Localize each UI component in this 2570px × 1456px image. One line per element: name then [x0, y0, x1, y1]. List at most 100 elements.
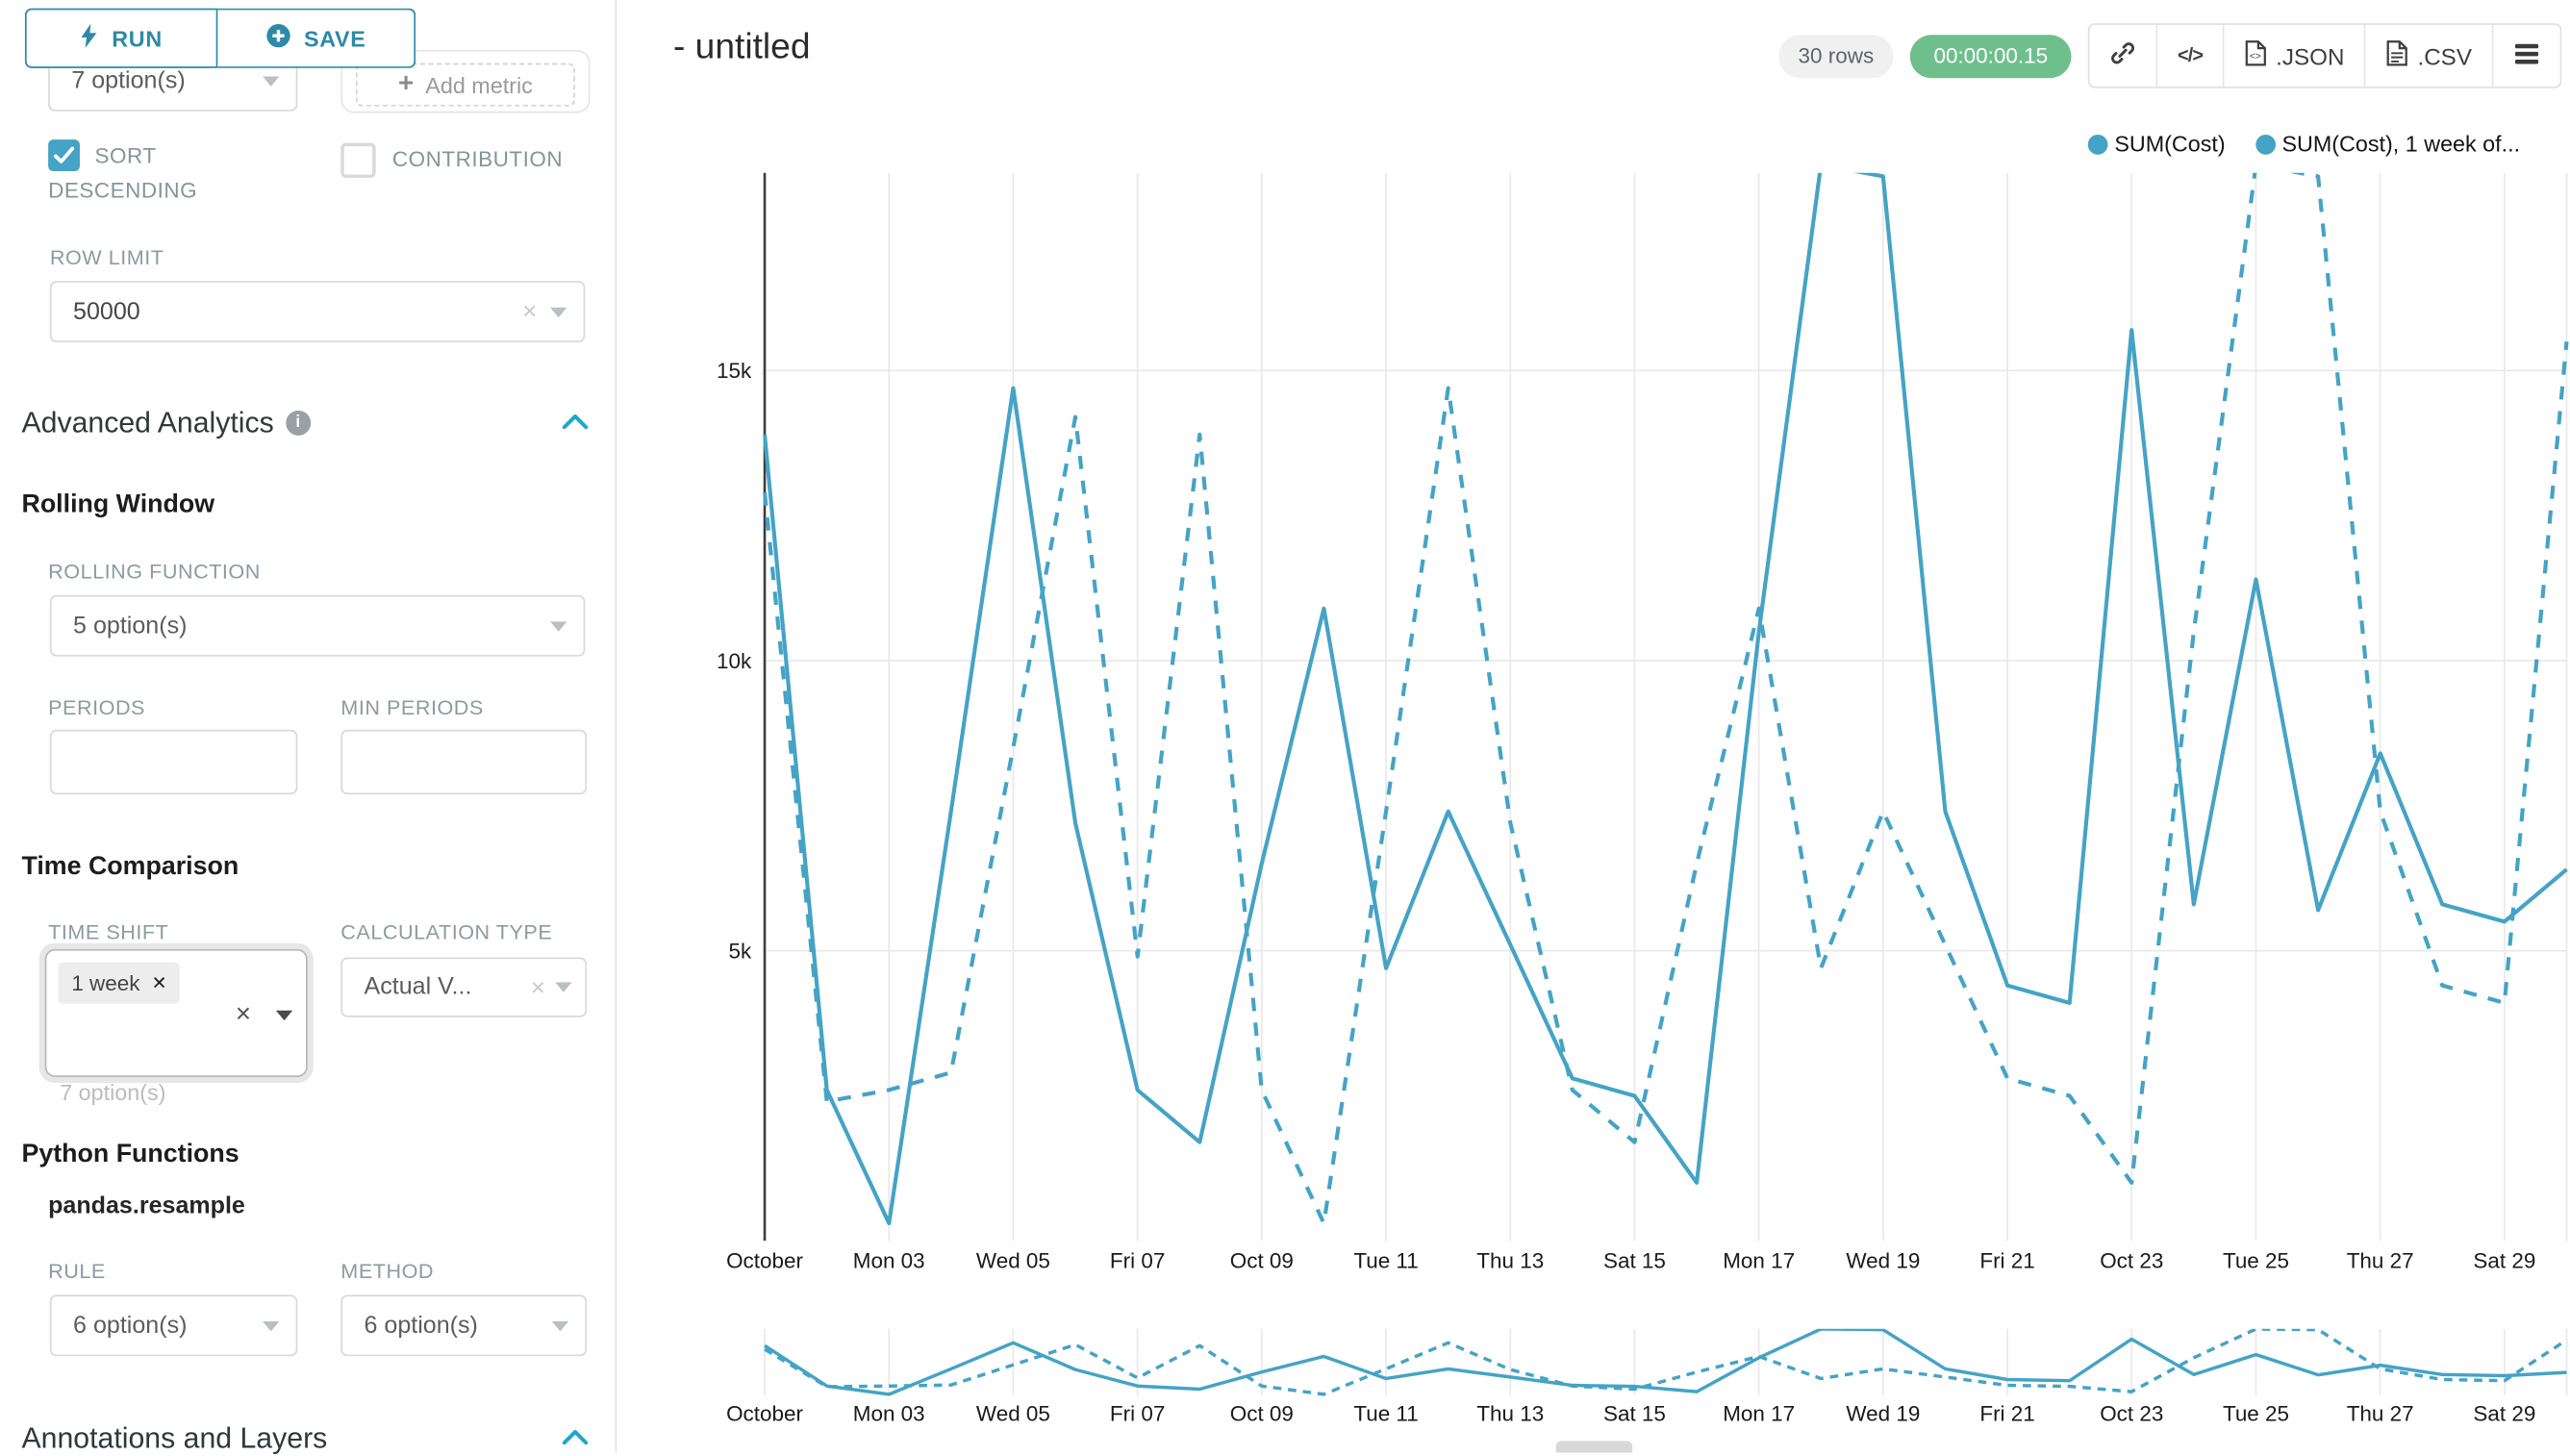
- x-axis-tick-label: Sat 29: [2473, 1249, 2535, 1273]
- run-save-button-group: RUN SAVE: [25, 9, 416, 68]
- tag-remove-icon[interactable]: ✕: [152, 972, 167, 993]
- export-csv-label: .CSV: [2417, 42, 2471, 69]
- clear-icon[interactable]: ×: [522, 297, 537, 325]
- chevron-up-icon[interactable]: [562, 1423, 589, 1453]
- y-axis-tick-label: 10k: [717, 649, 752, 673]
- mini-x-axis-tick-label: Oct 23: [2100, 1402, 2163, 1426]
- python-functions-title: Python Functions: [21, 1141, 239, 1170]
- plus-circle-icon: [265, 23, 290, 53]
- x-axis-tick-label: Oct 09: [1230, 1249, 1294, 1273]
- method-label: METHOD: [340, 1260, 434, 1283]
- mini-x-axis-tick-label: Thu 13: [1476, 1402, 1544, 1426]
- rolling-function-value: 5 option(s): [73, 613, 550, 640]
- export-json-button[interactable]: <> .JSON: [2223, 25, 2364, 87]
- x-axis-tick-label: Mon 17: [1723, 1249, 1795, 1273]
- rolling-function-select[interactable]: 5 option(s): [50, 595, 586, 657]
- svg-text:<>: <>: [2250, 51, 2261, 62]
- header-actions: 30 rows 00:00:00.15 </>: [1778, 23, 2562, 88]
- periods-input[interactable]: [50, 730, 298, 794]
- time-shift-select[interactable]: 1 week ✕ ×: [45, 949, 308, 1077]
- chevron-down-icon: [550, 621, 567, 631]
- mini-x-axis-tick-label: Sat 15: [1603, 1402, 1666, 1426]
- row-limit-label: ROW LIMIT: [50, 246, 164, 269]
- method-select[interactable]: 6 option(s): [340, 1294, 587, 1356]
- code-icon: </>: [2178, 46, 2203, 66]
- chevron-down-icon: [263, 1320, 279, 1330]
- legend-dot-icon: [2255, 134, 2276, 154]
- mini-x-axis-tick-label: Fri 07: [1110, 1402, 1165, 1426]
- legend-dot-icon: [2088, 134, 2108, 154]
- legend-item[interactable]: SUM(Cost): [2088, 132, 2226, 157]
- save-button-label: SAVE: [304, 26, 366, 51]
- chart-menu-button[interactable]: [2492, 25, 2560, 87]
- calculation-type-label: CALCULATION TYPE: [340, 920, 552, 943]
- x-axis-tick-label: Thu 13: [1476, 1249, 1544, 1273]
- mini-x-axis-tick-label: Oct 09: [1230, 1402, 1294, 1426]
- run-button-label: RUN: [112, 26, 163, 51]
- row-limit-value: 50000: [73, 298, 522, 325]
- sort-descending-control[interactable]: SORT DESCENDING: [48, 139, 281, 209]
- x-axis-tick-label: Sat 15: [1603, 1249, 1666, 1273]
- chart-legend: SUM(Cost) SUM(Cost), 1 week of...: [2088, 132, 2520, 157]
- annotations-title: Annotations and Layers: [21, 1421, 327, 1456]
- lightning-bolt-icon: [80, 23, 98, 53]
- x-axis-tick-label: Tue 11: [1353, 1249, 1418, 1273]
- mini-x-axis-tick-label: Wed 05: [976, 1402, 1050, 1426]
- clear-icon[interactable]: ×: [236, 1000, 251, 1030]
- rolling-function-label: ROLLING FUNCTION: [48, 560, 261, 583]
- time-comparison-title: Time Comparison: [21, 853, 239, 883]
- export-json-label: .JSON: [2276, 42, 2344, 69]
- main-chart-plot-area[interactable]: [765, 173, 2566, 1241]
- row-limit-select[interactable]: 50000 ×: [50, 281, 586, 342]
- add-metric-label: Add metric: [425, 72, 533, 97]
- mini-x-axis-tick-label: Sat 29: [2473, 1402, 2535, 1426]
- legend-label: SUM(Cost), 1 week of...: [2281, 132, 2520, 157]
- series-select-value: 7 option(s): [71, 67, 263, 94]
- x-axis-tick-label: Tue 25: [2223, 1249, 2289, 1273]
- chart-title[interactable]: - untitled: [673, 27, 811, 68]
- legend-item[interactable]: SUM(Cost), 1 week of...: [2255, 132, 2520, 157]
- calculation-type-select[interactable]: Actual V... ×: [340, 958, 587, 1017]
- chart-canvas: 5k10k15kOctoberOctoberMon 03Mon 03Wed 05…: [615, 0, 2569, 1453]
- copy-link-button[interactable]: [2089, 25, 2155, 87]
- min-periods-input[interactable]: [340, 730, 587, 794]
- contribution-label: CONTRIBUTION: [392, 143, 563, 178]
- link-icon: [2109, 39, 2136, 71]
- x-axis-tick-label: Fri 21: [1979, 1249, 2034, 1273]
- annotations-header[interactable]: Annotations and Layers: [21, 1421, 588, 1456]
- rule-select[interactable]: 6 option(s): [50, 1294, 298, 1356]
- x-axis-tick-label: October: [726, 1249, 803, 1273]
- time-shift-helper: 7 option(s): [60, 1080, 165, 1105]
- panel-resize-handle[interactable]: [1556, 1441, 1633, 1452]
- save-button[interactable]: SAVE: [217, 9, 416, 68]
- method-value: 6 option(s): [364, 1312, 551, 1339]
- chevron-up-icon[interactable]: [562, 408, 589, 438]
- x-axis-tick-label: Wed 19: [1846, 1249, 1920, 1273]
- checkbox-checked-icon[interactable]: [48, 139, 80, 171]
- add-metric-button[interactable]: + Add metric: [356, 63, 575, 107]
- mini-x-axis-tick-label: Mon 03: [853, 1402, 925, 1426]
- chevron-down-icon: [552, 1320, 568, 1330]
- export-toolbar: </> <> .JSON .CSV: [2088, 23, 2562, 88]
- calculation-type-value: Actual V...: [364, 974, 530, 1001]
- time-shift-tag-label: 1 week: [71, 970, 139, 995]
- mini-chart-navigator[interactable]: [765, 1329, 2566, 1395]
- clear-icon[interactable]: ×: [531, 973, 545, 1001]
- view-query-button[interactable]: </>: [2155, 25, 2222, 87]
- row-count-badge: 30 rows: [1778, 34, 1894, 77]
- contribution-control[interactable]: CONTRIBUTION: [340, 143, 607, 178]
- run-button[interactable]: RUN: [25, 9, 217, 68]
- advanced-analytics-title: Advanced Analytics: [21, 406, 273, 440]
- advanced-analytics-header[interactable]: Advanced Analytics i: [21, 406, 588, 440]
- mini-x-axis-tick-label: Tue 11: [1353, 1402, 1418, 1426]
- x-axis-tick-label: Mon 03: [853, 1249, 925, 1273]
- rolling-window-title: Rolling Window: [21, 490, 214, 520]
- mini-x-axis-tick-label: Mon 17: [1723, 1402, 1795, 1426]
- chevron-down-icon: [550, 307, 567, 316]
- mini-x-axis-tick-label: October: [726, 1402, 803, 1426]
- hamburger-menu-icon: [2513, 42, 2540, 69]
- checkbox-unchecked-icon[interactable]: [340, 143, 375, 178]
- rule-label: RULE: [48, 1260, 106, 1283]
- legend-label: SUM(Cost): [2114, 132, 2225, 157]
- export-csv-button[interactable]: .CSV: [2364, 25, 2492, 87]
